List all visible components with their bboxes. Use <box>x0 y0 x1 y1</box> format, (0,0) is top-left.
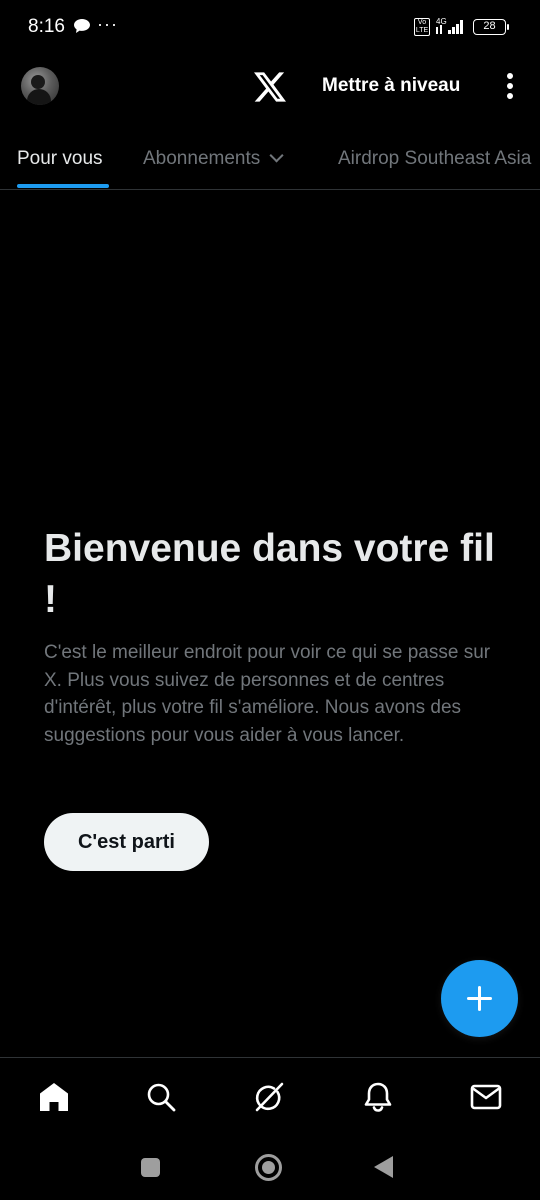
welcome-title: Bienvenue dans votre fil ! <box>44 527 495 621</box>
x-logo-icon <box>254 72 286 102</box>
recent-apps-icon[interactable] <box>141 1158 160 1177</box>
nav-grok[interactable] <box>252 1080 286 1114</box>
status-time: 8:16 <box>28 16 65 37</box>
status-bar: 8:16 ··· Vo LTE 4G 28 <box>0 0 540 56</box>
mail-icon <box>470 1084 502 1110</box>
home-icon <box>40 1083 68 1111</box>
bottom-navigation <box>0 1057 540 1137</box>
avatar[interactable] <box>21 67 59 105</box>
empty-feed-message: Bienvenue dans votre fil ! C'est le meil… <box>44 523 504 749</box>
more-vertical-icon[interactable] <box>498 70 522 102</box>
nav-home[interactable] <box>37 1080 71 1114</box>
compose-post-button[interactable] <box>441 960 518 1037</box>
tab-abonnements[interactable]: Abonnements <box>143 148 284 170</box>
chevron-down-icon <box>269 148 284 163</box>
tab-label: Pour vous <box>17 148 103 169</box>
get-started-button[interactable]: C'est parti <box>44 813 209 871</box>
welcome-body: C'est le meilleur endroit pour voir ce q… <box>44 642 491 746</box>
system-navigation-bar <box>0 1137 540 1200</box>
network-type-label: 4G <box>436 17 447 26</box>
timeline-tabs: Pour vous Abonnements Airdrop Southeast … <box>0 118 540 190</box>
nav-search[interactable] <box>144 1080 178 1114</box>
back-icon[interactable] <box>374 1156 393 1178</box>
overflow-notifications-icon: ··· <box>97 14 118 34</box>
nav-messages[interactable] <box>469 1080 503 1114</box>
tab-airdrop-southeast-asia[interactable]: Airdrop Southeast Asia <box>338 148 531 170</box>
active-tab-indicator <box>17 184 109 188</box>
signal-icon: 4G <box>436 17 463 34</box>
plus-icon <box>467 986 492 1011</box>
bell-icon <box>364 1082 392 1112</box>
tab-label: Airdrop Southeast Asia <box>338 148 532 169</box>
tab-label: Abonnements <box>143 148 261 169</box>
system-home-icon[interactable] <box>255 1154 282 1181</box>
app-header: Mettre à niveau <box>0 56 540 118</box>
battery-icon: 28 <box>473 19 509 35</box>
tab-pour-vous[interactable]: Pour vous <box>17 148 103 170</box>
nav-notifications[interactable] <box>361 1080 395 1114</box>
volte-icon: Vo LTE <box>414 18 430 36</box>
upgrade-link[interactable]: Mettre à niveau <box>322 75 460 97</box>
grok-icon <box>255 1082 284 1112</box>
chat-bubble-icon <box>74 19 90 33</box>
search-icon <box>147 1083 176 1112</box>
